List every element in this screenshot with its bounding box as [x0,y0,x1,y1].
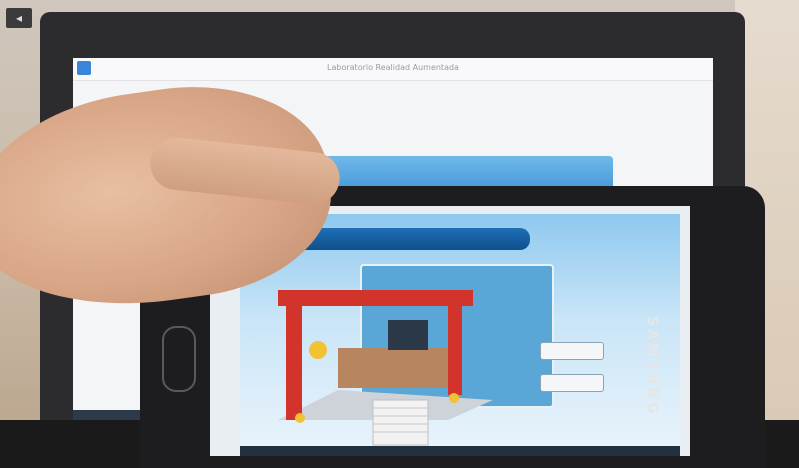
app-button-1[interactable] [540,342,604,360]
brand-label: SAMSUNG [644,316,660,417]
crane-leg-right [448,300,462,395]
crane-claw [309,341,327,359]
window-titlebar: Laboratorio Realidad Aumentada [73,58,713,81]
crane-wheel-right [449,393,459,403]
app-logo-icon [77,61,91,75]
window-title: Laboratorio Realidad Aumentada [327,63,459,72]
crane-cargo [338,348,448,388]
back-button[interactable]: ◂ [6,8,32,28]
app-button-2[interactable] [540,374,604,392]
crane-cab [388,320,428,350]
crane-wheel-left [295,413,305,423]
home-button[interactable] [162,326,196,392]
crane-steps [372,399,429,446]
ar-crane-model [278,290,493,446]
photo-scene: Laboratorio Realidad Aumentada SAMSUNG ◂ [0,0,799,468]
crane-top-beam [278,290,473,306]
crane-leg-left [286,300,302,420]
